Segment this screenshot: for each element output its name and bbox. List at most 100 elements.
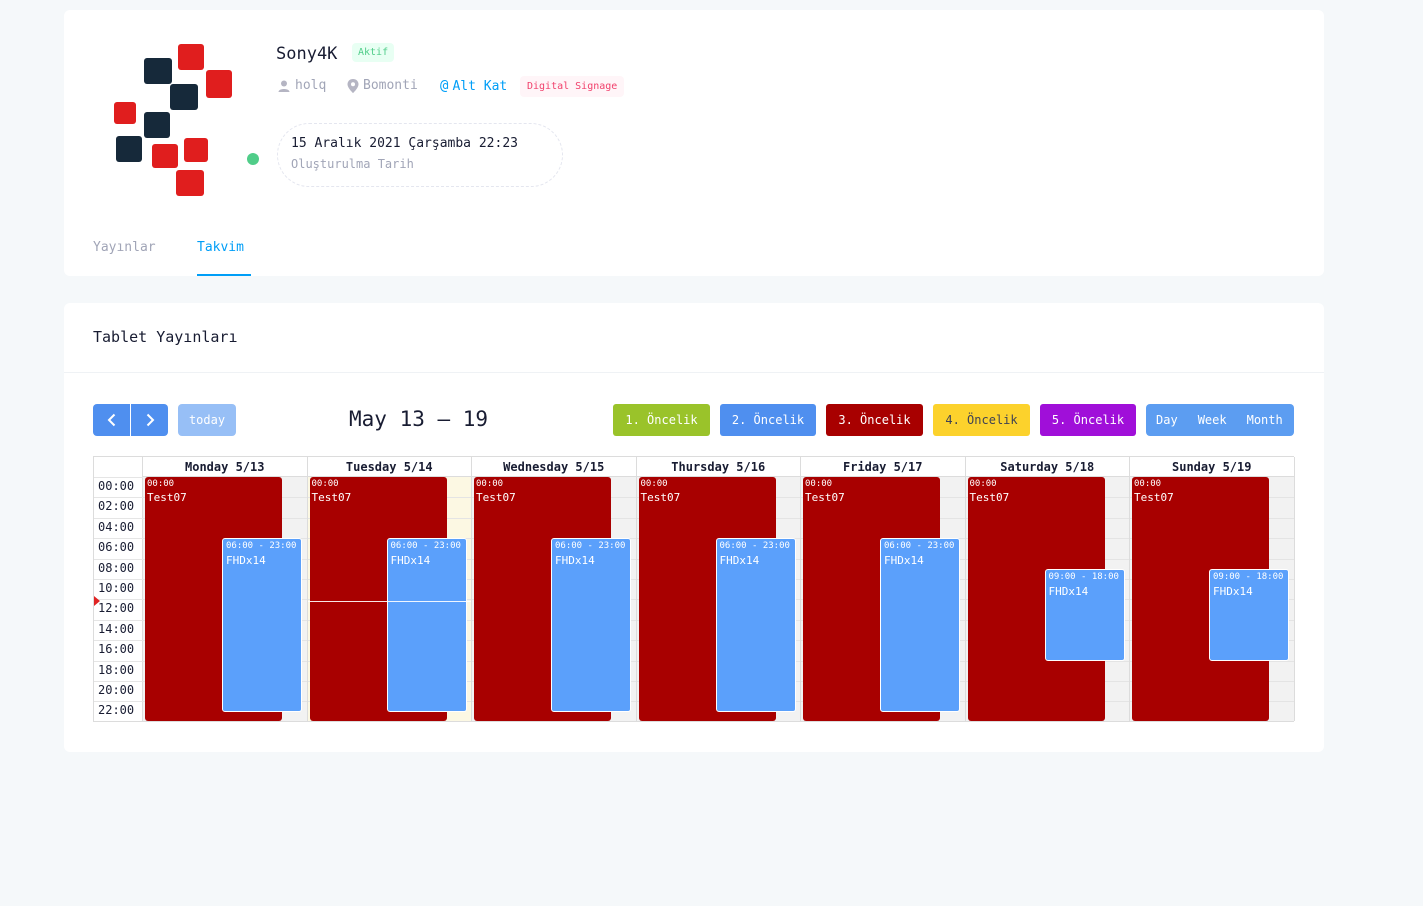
- time-label: 06:00: [98, 540, 135, 555]
- company-logo: [114, 44, 232, 196]
- event-time: 06:00 - 23:00: [390, 541, 461, 552]
- created-date-value: 15 Aralık 2021 Çarşamba 22:23: [291, 136, 518, 151]
- event-title: Test07: [805, 491, 845, 504]
- event-time: 06:00 - 23:00: [226, 541, 297, 552]
- event-time: 00:00: [311, 479, 339, 489]
- event-fhdx14[interactable]: 09:00 - 18:00 FHDx14: [1209, 568, 1289, 661]
- event-title: Test07: [476, 491, 516, 504]
- event-fhdx14[interactable]: 06:00 - 23:00 FHDx14: [715, 538, 796, 712]
- time-row-divider: [94, 497, 143, 499]
- time-label: 00:00: [98, 479, 135, 493]
- event-fhdx14[interactable]: 06:00 - 23:00 FHDx14: [880, 538, 960, 712]
- device-type-badge: Digital Signage: [520, 76, 625, 97]
- event-title: Test07: [311, 491, 352, 504]
- calendar-card: Tablet Yayınları today May 13 – 19 1. Ön…: [64, 303, 1324, 752]
- time-row-divider: [94, 619, 143, 621]
- event-time: 09:00 - 18:00: [1048, 571, 1119, 582]
- next-week-button[interactable]: [131, 404, 168, 436]
- current-time-marker: [94, 596, 100, 607]
- created-date-box: 15 Aralık 2021 Çarşamba 22:23 Oluşturulm…: [277, 123, 563, 187]
- day-header: Saturday 5/18: [965, 457, 1129, 477]
- time-label: 08:00: [98, 560, 135, 575]
- event-title: Test07: [640, 491, 681, 504]
- created-date-label: Oluşturulma Tarih: [291, 157, 414, 171]
- event-fhdx14[interactable]: 09:00 - 18:00 FHDx14: [1044, 568, 1125, 661]
- card-divider: [64, 372, 1324, 373]
- day-column[interactable]: Wednesday 5/15 00:00 Test07 06:00 - 23:00 FH…: [472, 457, 637, 721]
- tab-calendar[interactable]: Takvim: [197, 240, 244, 255]
- day-header: Thursday 5/16: [636, 457, 800, 477]
- day-column[interactable]: Friday 5/17 00:00 Test07 06:00 - 23:00 FHDx1…: [801, 457, 966, 721]
- status-badge: Aktif: [352, 43, 395, 62]
- event-time: 06:00 - 23:00: [555, 541, 626, 552]
- time-row-divider: [94, 579, 143, 580]
- event-time: 00:00: [476, 479, 504, 489]
- time-row-divider: [94, 517, 143, 519]
- event-title: FHDx14: [884, 554, 924, 568]
- chevron-right-icon: [146, 413, 154, 427]
- event-title: FHDx14: [1213, 584, 1253, 598]
- view-day-button[interactable]: Day: [1146, 413, 1188, 427]
- time-label: 14:00: [98, 621, 135, 636]
- event-fhdx14[interactable]: 06:00 - 23:00 FHDx14: [551, 538, 631, 712]
- priority-4-button[interactable]: 4. Öncelik: [933, 404, 1030, 436]
- view-month-button[interactable]: Month: [1237, 413, 1293, 427]
- time-row-divider: [94, 477, 143, 478]
- event-fhdx14[interactable]: 06:00 - 23:00 FHDx14: [386, 538, 467, 712]
- time-label: 18:00: [98, 662, 135, 677]
- time-row-divider: [94, 558, 143, 560]
- event-title: Test07: [147, 491, 187, 504]
- day-column[interactable]: Thursday 5/16 00:00 Test07 06:00 - 23:00 FHD…: [636, 457, 801, 721]
- priority-3-button[interactable]: 3. Öncelik: [826, 404, 923, 436]
- event-title: FHDx14: [390, 554, 431, 568]
- tab-posts[interactable]: Yayınlar: [93, 240, 156, 255]
- time-label: 04:00: [98, 519, 135, 534]
- day-column[interactable]: Sunday 5/19 00:00 Test07 09:00 - 18:00 FHDx1…: [1130, 457, 1295, 721]
- event-time: 00:00: [1134, 479, 1162, 489]
- location-pin-icon: [347, 78, 359, 93]
- meta-floor[interactable]: @ Alt Kat: [440, 78, 507, 94]
- time-label: 10:00: [98, 581, 135, 595]
- current-time-line: [307, 601, 471, 603]
- meta-user[interactable]: holq: [277, 78, 326, 93]
- event-title: FHDx14: [555, 554, 595, 568]
- day-column[interactable]: Tuesday 5/14 00:00 Test07 06:00 - 23:00 FHDx…: [307, 457, 472, 721]
- priority-1-button[interactable]: 1. Öncelik: [613, 404, 710, 436]
- time-label: 12:00: [98, 601, 135, 616]
- calendar-title: Tablet Yayınları: [93, 328, 238, 346]
- day-header: Sunday 5/19: [1130, 457, 1294, 477]
- event-fhdx14[interactable]: 06:00 - 23:00 FHDx14: [222, 538, 302, 712]
- time-label: 20:00: [98, 683, 135, 697]
- day-header: Wednesday 5/15: [472, 457, 636, 477]
- day-column[interactable]: Saturday 5/18 00:00 Test07 09:00 - 18:00 FHD…: [965, 457, 1130, 721]
- meta-location[interactable]: Bomonti: [347, 78, 418, 93]
- event-title: FHDx14: [226, 554, 266, 568]
- event-time: 09:00 - 18:00: [1213, 571, 1284, 582]
- time-label: 22:00: [98, 703, 135, 718]
- day-column[interactable]: Monday 5/13 00:00 Test07 06:00 - 23:00 FHDx1…: [143, 457, 308, 721]
- priority-5-button[interactable]: 5. Öncelik: [1040, 404, 1136, 436]
- prev-week-button[interactable]: [93, 404, 130, 436]
- meta-user-label: holq: [295, 78, 327, 93]
- event-time: 00:00: [147, 479, 175, 489]
- day-header: Tuesday 5/14: [307, 457, 471, 477]
- event-title: FHDx14: [719, 554, 760, 568]
- chevron-left-icon: [107, 413, 115, 427]
- day-header: Friday 5/17: [801, 457, 965, 477]
- today-button[interactable]: today: [178, 404, 236, 436]
- time-label: 16:00: [98, 642, 135, 657]
- profile-card: Sony4K Aktif holq Bomonti @ Alt Kat Digi…: [64, 10, 1324, 276]
- event-time: 06:00 - 23:00: [719, 541, 790, 552]
- event-time: 00:00: [805, 479, 833, 489]
- time-row-divider: [94, 660, 143, 662]
- user-icon: [278, 80, 290, 92]
- view-switcher: Day Week Month: [1146, 404, 1294, 436]
- time-axis: 00:00 02:00 04:00 06:00 08:00 10:00 12:00 14:00…: [94, 457, 143, 721]
- meta-location-label: Bomonti: [363, 78, 418, 93]
- event-time: 06:00 - 23:00: [884, 541, 955, 552]
- priority-2-button[interactable]: 2. Öncelik: [720, 404, 816, 436]
- view-week-button[interactable]: Week: [1188, 413, 1237, 427]
- online-status-dot: [247, 153, 259, 165]
- week-grid: 00:00 02:00 04:00 06:00 08:00 10:00 12:00 14:00…: [93, 456, 1295, 722]
- day-header: Monday 5/13: [143, 457, 307, 477]
